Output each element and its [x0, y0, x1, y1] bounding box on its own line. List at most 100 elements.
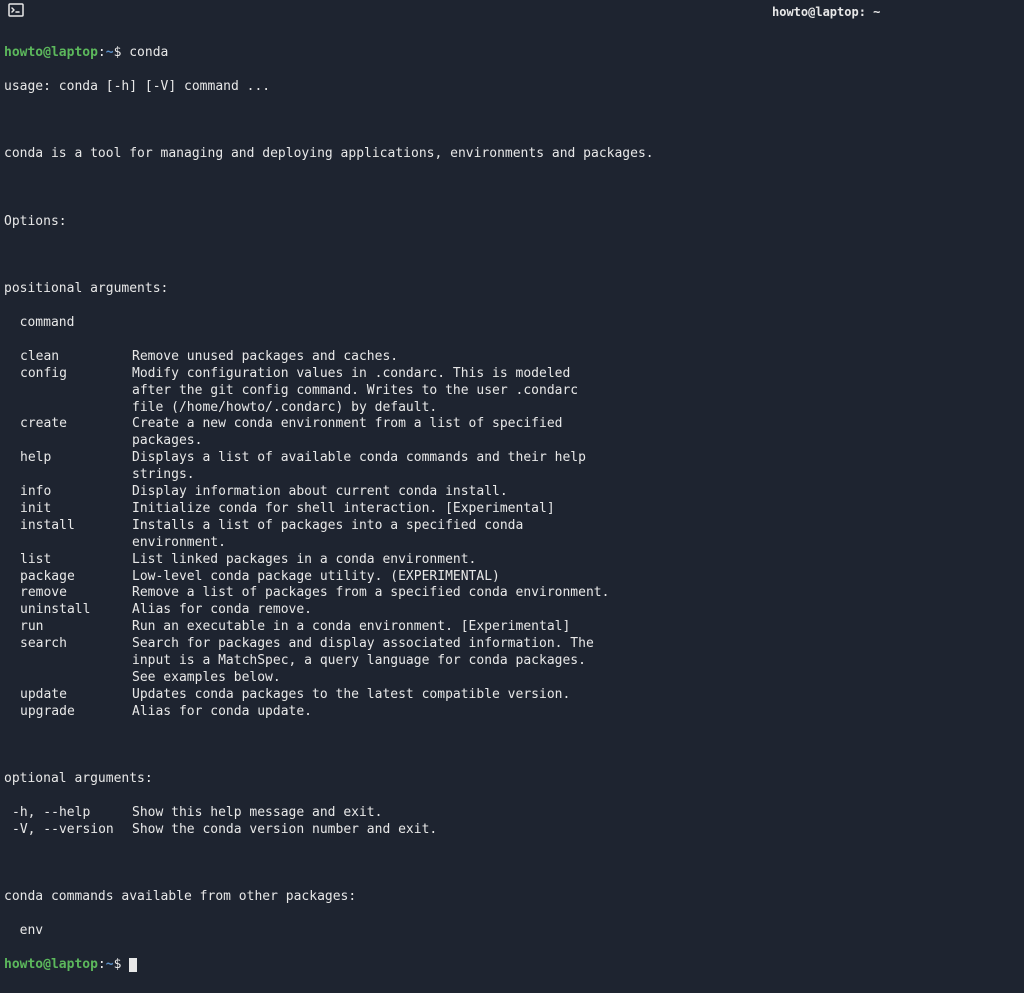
window-titlebar: howto@laptop: ~ [0, 0, 1024, 26]
arg-description: Installs a list of packages into a speci… [132, 518, 1020, 535]
prompt-line-2: howto@laptop:~$ [4, 957, 1020, 974]
typed-command: conda [129, 45, 168, 60]
arg-name [4, 400, 132, 417]
positional-arg-row: configModify configuration values in .co… [4, 366, 1020, 383]
prompt-separator: : [98, 957, 106, 972]
positional-arg-row: helpDisplays a list of available conda c… [4, 450, 1020, 467]
positional-arg-row: packageLow-level conda package utility. … [4, 569, 1020, 586]
blank [4, 737, 1020, 754]
prompt-dollar: $ [114, 957, 122, 972]
blank [4, 248, 1020, 265]
prompt-userhost: howto@laptop [4, 957, 98, 972]
arg-description: List linked packages in a conda environm… [132, 552, 1020, 569]
terminal-output[interactable]: howto@laptop:~$ conda usage: conda [-h] … [0, 26, 1024, 993]
positional-arg-row: file (/home/howto/.condarc) by default. [4, 400, 1020, 417]
arg-name: update [4, 687, 132, 704]
arg-description: Remove a list of packages from a specifi… [132, 585, 1020, 602]
positional-arg-row: initInitialize conda for shell interacti… [4, 501, 1020, 518]
description-line: conda is a tool for managing and deployi… [4, 146, 1020, 163]
arg-description: Updates conda packages to the latest com… [132, 687, 1020, 704]
arg-name: uninstall [4, 602, 132, 619]
arg-description: input is a MatchSpec, a query language f… [132, 653, 1020, 670]
arg-name: install [4, 518, 132, 535]
positional-arg-row: infoDisplay information about current co… [4, 484, 1020, 501]
options-header: Options: [4, 214, 1020, 231]
positional-arg-row: strings. [4, 467, 1020, 484]
arg-name: -h, --help [4, 805, 132, 822]
arg-description: Modify configuration values in .condarc.… [132, 366, 1020, 383]
arg-name: info [4, 484, 132, 501]
other-packages-header: conda commands available from other pack… [4, 889, 1020, 906]
positional-arg-row: See examples below. [4, 670, 1020, 687]
positional-arg-row: input is a MatchSpec, a query language f… [4, 653, 1020, 670]
positional-arg-row: packages. [4, 433, 1020, 450]
arg-name: upgrade [4, 704, 132, 721]
arg-name [4, 535, 132, 552]
positional-arg-row: upgradeAlias for conda update. [4, 704, 1020, 721]
positional-arg-row: installInstalls a list of packages into … [4, 518, 1020, 535]
usage-line: usage: conda [-h] [-V] command ... [4, 79, 1020, 96]
positional-arg-row: listList linked packages in a conda envi… [4, 552, 1020, 569]
positional-header: positional arguments: [4, 281, 1020, 298]
arg-name [4, 670, 132, 687]
arg-description: file (/home/howto/.condarc) by default. [132, 400, 1020, 417]
arg-description: Alias for conda remove. [132, 602, 1020, 619]
arg-description: packages. [132, 433, 1020, 450]
prompt-path: ~ [106, 45, 114, 60]
positional-arg-row: after the git config command. Writes to … [4, 383, 1020, 400]
arg-description: Display information about current conda … [132, 484, 1020, 501]
optional-arg-row: -V, --versionShow the conda version numb… [4, 822, 1020, 839]
arg-name: list [4, 552, 132, 569]
arg-description: after the git config command. Writes to … [132, 383, 1020, 400]
arg-name: config [4, 366, 132, 383]
arg-description: Create a new conda environment from a li… [132, 416, 1020, 433]
arg-name: clean [4, 349, 132, 366]
terminal-icon [8, 3, 24, 22]
positional-arg-row: environment. [4, 535, 1020, 552]
arg-description: See examples below. [132, 670, 1020, 687]
cursor [129, 958, 137, 972]
arg-name [4, 383, 132, 400]
positional-arg-row: uninstallAlias for conda remove. [4, 602, 1020, 619]
blank [4, 112, 1020, 129]
arg-description: Search for packages and display associat… [132, 636, 1020, 653]
positional-arg-row: searchSearch for packages and display as… [4, 636, 1020, 653]
window-title: howto@laptop: ~ [772, 5, 880, 21]
arg-name [4, 433, 132, 450]
command-label: command [4, 315, 1020, 332]
prompt-separator: : [98, 45, 106, 60]
arg-description: environment. [132, 535, 1020, 552]
prompt-path: ~ [106, 957, 114, 972]
arg-name: run [4, 619, 132, 636]
arg-name: search [4, 636, 132, 653]
arg-description: Run an executable in a conda environment… [132, 619, 1020, 636]
arg-description: Alias for conda update. [132, 704, 1020, 721]
arg-description: Initialize conda for shell interaction. … [132, 501, 1020, 518]
other-package-item: env [4, 923, 1020, 940]
prompt-dollar: $ [114, 45, 122, 60]
arg-description: strings. [132, 467, 1020, 484]
arg-name: -V, --version [4, 822, 132, 839]
positional-arg-row: removeRemove a list of packages from a s… [4, 585, 1020, 602]
arg-name [4, 653, 132, 670]
arg-name: init [4, 501, 132, 518]
optional-arg-row: -h, --helpShow this help message and exi… [4, 805, 1020, 822]
arg-description: Show this help message and exit. [132, 805, 1020, 822]
arg-name: remove [4, 585, 132, 602]
positional-arg-row: createCreate a new conda environment fro… [4, 416, 1020, 433]
positional-arg-row: runRun an executable in a conda environm… [4, 619, 1020, 636]
arg-description: Remove unused packages and caches. [132, 349, 1020, 366]
positional-arg-row: cleanRemove unused packages and caches. [4, 349, 1020, 366]
arg-description: Show the conda version number and exit. [132, 822, 1020, 839]
positional-arg-row: updateUpdates conda packages to the late… [4, 687, 1020, 704]
blank [4, 180, 1020, 197]
arg-name [4, 467, 132, 484]
arg-name: create [4, 416, 132, 433]
prompt-line-1: howto@laptop:~$ conda [4, 45, 1020, 62]
arg-description: Low-level conda package utility. (EXPERI… [132, 569, 1020, 586]
arg-description: Displays a list of available conda comma… [132, 450, 1020, 467]
arg-name: package [4, 569, 132, 586]
blank [4, 856, 1020, 873]
prompt-userhost: howto@laptop [4, 45, 98, 60]
optional-header: optional arguments: [4, 771, 1020, 788]
